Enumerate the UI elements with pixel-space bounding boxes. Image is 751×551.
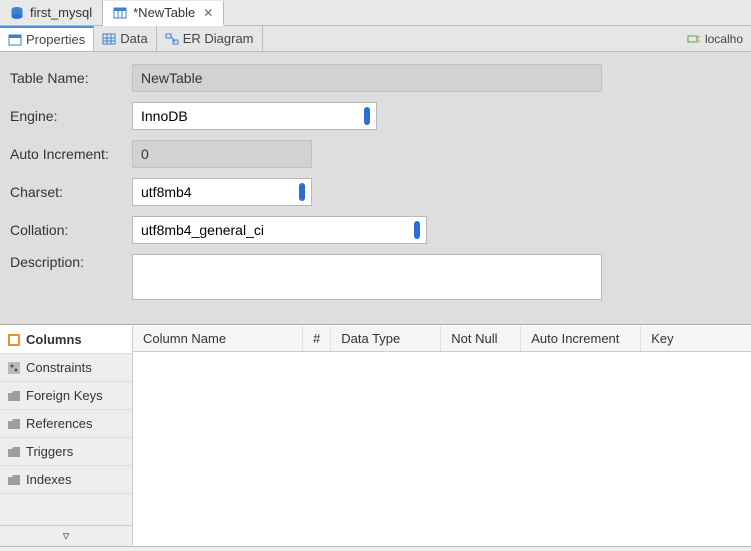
sub-tab-bar: Properties Data ER Diagram localho	[0, 26, 751, 52]
tab-properties[interactable]: Properties	[0, 26, 94, 51]
sidebar-item-label: Columns	[26, 332, 82, 347]
col-header-key[interactable]: Key	[641, 326, 751, 351]
editor-tab-newtable[interactable]: *NewTable ✕	[103, 1, 224, 26]
editor-tab-label: *NewTable	[133, 5, 195, 20]
sidebar-item-constraints[interactable]: Constraints	[0, 354, 132, 382]
folder-icon	[8, 447, 20, 457]
description-label: Description:	[10, 254, 132, 270]
sidebar-item-foreign-keys[interactable]: Foreign Keys	[0, 382, 132, 410]
constraints-icon	[8, 362, 20, 374]
tab-data[interactable]: Data	[94, 26, 156, 51]
folder-icon	[8, 475, 20, 485]
sidebar-item-label: Foreign Keys	[26, 388, 103, 403]
engine-combo[interactable]	[132, 102, 377, 130]
connection-label: localho	[705, 32, 743, 46]
collation-combo[interactable]	[132, 216, 427, 244]
table-sections: Columns Constraints Foreign Keys Referen…	[0, 326, 751, 546]
close-icon[interactable]: ✕	[203, 6, 213, 20]
tab-er-diagram[interactable]: ER Diagram	[157, 26, 263, 51]
connection-status[interactable]: localho	[679, 26, 751, 51]
sidebar-item-label: Constraints	[26, 360, 92, 375]
sidebar-item-label: References	[26, 416, 92, 431]
col-header-type[interactable]: Data Type	[331, 326, 441, 351]
sidebar-item-label: Triggers	[26, 444, 73, 459]
folder-icon	[8, 391, 20, 401]
grid-header-row: Column Name # Data Type Not Null Auto In…	[133, 326, 751, 352]
engine-label: Engine:	[10, 108, 132, 124]
editor-tab-bar: first_mysql *NewTable ✕	[0, 0, 751, 26]
sidebar-item-columns[interactable]: Columns	[0, 326, 132, 354]
er-diagram-icon	[165, 33, 179, 45]
table-name-label: Table Name:	[10, 70, 132, 86]
database-icon	[10, 6, 24, 20]
table-properties-form: Table Name: Engine: Auto Increment: Char…	[0, 52, 751, 324]
auto-increment-field[interactable]	[132, 140, 312, 168]
charset-label: Charset:	[10, 184, 132, 200]
connection-icon	[687, 33, 701, 45]
expand-toggle[interactable]: ▿	[0, 525, 132, 546]
columns-grid: Column Name # Data Type Not Null Auto In…	[133, 326, 751, 546]
col-header-num[interactable]: #	[303, 326, 331, 351]
table-icon	[113, 6, 127, 20]
auto-increment-label: Auto Increment:	[10, 146, 132, 162]
editor-tab-first-mysql[interactable]: first_mysql	[0, 0, 103, 25]
status-bar: No items	[0, 546, 751, 551]
sidebar-item-references[interactable]: References	[0, 410, 132, 438]
editor-tab-label: first_mysql	[30, 5, 92, 20]
description-field[interactable]	[132, 254, 602, 300]
folder-icon	[8, 419, 20, 429]
tab-label: Properties	[26, 32, 85, 47]
grid-body[interactable]	[133, 352, 751, 546]
properties-icon	[8, 34, 22, 46]
collation-label: Collation:	[10, 222, 132, 238]
col-header-not-null[interactable]: Not Null	[441, 326, 521, 351]
col-header-auto-inc[interactable]: Auto Increment	[521, 326, 641, 351]
columns-icon	[8, 334, 20, 346]
section-list: Columns Constraints Foreign Keys Referen…	[0, 326, 133, 546]
data-icon	[102, 33, 116, 45]
col-header-name[interactable]: Column Name	[133, 326, 303, 351]
chevron-down-icon: ▿	[63, 528, 70, 543]
charset-combo[interactable]	[132, 178, 312, 206]
tab-label: Data	[120, 31, 147, 46]
sidebar-item-label: Indexes	[26, 472, 72, 487]
tab-label: ER Diagram	[183, 31, 254, 46]
table-name-field[interactable]	[132, 64, 602, 92]
sidebar-item-triggers[interactable]: Triggers	[0, 438, 132, 466]
sidebar-item-indexes[interactable]: Indexes	[0, 466, 132, 494]
